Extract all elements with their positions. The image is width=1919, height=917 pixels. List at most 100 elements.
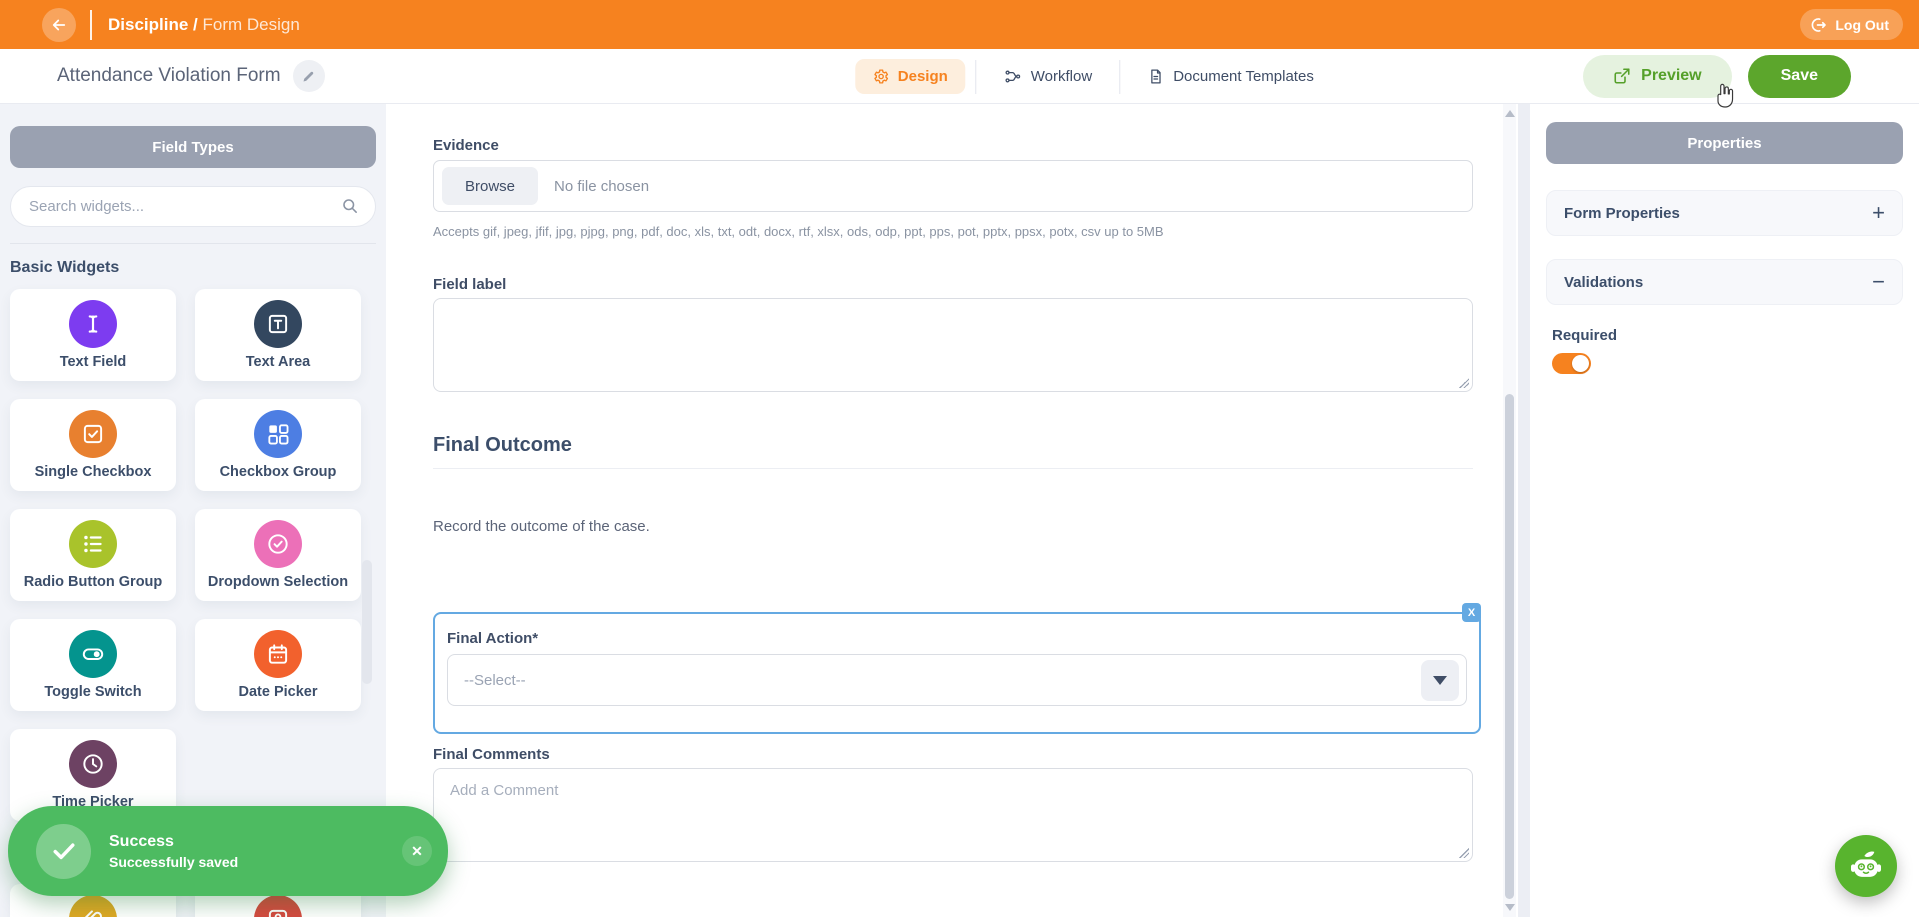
edit-form-name-button[interactable] — [292, 60, 325, 92]
select-dropdown-button[interactable] — [1421, 660, 1459, 701]
field-label-textarea[interactable] — [433, 298, 1473, 392]
widget-card-text-field[interactable]: Text Field — [10, 289, 176, 381]
close-icon: X — [1467, 606, 1476, 619]
remove-widget-button[interactable]: X — [1462, 603, 1481, 622]
toast-title: Success — [109, 832, 174, 850]
basic-widgets-heading: Basic Widgets — [10, 259, 120, 276]
properties-header: Properties — [1546, 122, 1903, 164]
scroll-down-arrow[interactable] — [1505, 904, 1515, 911]
document-icon — [1147, 68, 1164, 85]
logout-button[interactable]: Log Out — [1800, 9, 1903, 40]
tab-design-label: Design — [897, 68, 948, 85]
breadcrumb: Discipline / Form Design — [108, 15, 300, 35]
widget-card-date-picker[interactable]: Date Picker — [195, 619, 361, 711]
canvas-scrollbar[interactable] — [1503, 104, 1516, 917]
designer-tabs: Design Workflow Document Templates — [854, 49, 1331, 104]
back-button[interactable] — [42, 7, 76, 42]
external-link-icon — [1613, 67, 1631, 85]
evidence-file-input[interactable]: Browse No file chosen — [433, 160, 1473, 212]
single-checkbox-icon — [69, 410, 117, 458]
person-scan-icon — [254, 895, 302, 917]
radio-group-icon — [69, 520, 117, 568]
field-types-sidebar: Field Types Basic Widgets Text Field Tex… — [0, 104, 386, 917]
tab-divider — [974, 59, 976, 94]
check-icon — [50, 837, 78, 865]
tab-workflow-label: Workflow — [1030, 68, 1093, 85]
form-properties-label: Form Properties — [1564, 204, 1680, 222]
required-label: Required — [1552, 327, 1618, 344]
save-button[interactable]: Save — [1747, 54, 1851, 98]
final-action-label: Final Action* — [447, 630, 539, 647]
form-toolbar: Attendance Violation Form Design Workflo… — [0, 49, 1919, 104]
toast-texts: Success Successfully saved — [109, 833, 238, 870]
toast-message: Successfully saved — [109, 853, 239, 870]
widget-card-radio-button-group[interactable]: Radio Button Group — [10, 509, 176, 601]
tab-divider — [1119, 59, 1121, 94]
tab-document-templates[interactable]: Document Templates — [1130, 59, 1331, 94]
file-chosen-status: No file chosen — [554, 177, 650, 195]
time-icon — [69, 740, 117, 788]
widget-search — [10, 186, 376, 227]
breadcrumb-page: Form Design — [202, 14, 300, 34]
plus-icon[interactable]: + — [1872, 202, 1885, 224]
final-comments-placeholder: Add a Comment — [450, 782, 559, 799]
toggle-knob — [1572, 355, 1589, 372]
form-designer-page: Discipline / Form Design Log Out Attenda… — [0, 0, 1919, 917]
pencil-icon — [301, 69, 316, 84]
validations-label: Validations — [1564, 273, 1644, 291]
tab-workflow[interactable]: Workflow — [986, 59, 1109, 94]
field-label-label: Field label — [433, 276, 507, 293]
browse-button[interactable]: Browse — [442, 167, 539, 205]
final-comments-textarea[interactable]: Add a Comment — [433, 768, 1473, 862]
text-area-icon — [254, 300, 302, 348]
gear-icon — [872, 68, 889, 85]
sidebar-divider — [10, 243, 376, 244]
properties-panel: Properties Form Properties + Validations… — [1530, 104, 1919, 917]
success-toast: Success Successfully saved ✕ — [8, 806, 448, 896]
widget-card-toggle-switch[interactable]: Toggle Switch — [10, 619, 176, 711]
selected-widget-final-action[interactable]: X Final Action* --Select-- — [433, 603, 1481, 734]
robot-icon — [1846, 846, 1886, 886]
sidebar-scrollbar-thumb[interactable] — [362, 560, 372, 684]
final-action-placeholder: --Select-- — [464, 671, 526, 689]
search-icon[interactable] — [340, 196, 360, 216]
minus-icon[interactable]: − — [1872, 271, 1885, 293]
widget-card-checkbox-group[interactable]: Checkbox Group — [195, 399, 361, 491]
save-label: Save — [1780, 67, 1818, 84]
logout-label: Log Out — [1835, 16, 1889, 33]
tab-design[interactable]: Design — [854, 59, 965, 94]
workflow-icon — [1003, 68, 1022, 85]
chatbot-button[interactable] — [1835, 835, 1897, 897]
checkbox-group-icon — [254, 410, 302, 458]
validations-accordion[interactable]: Validations − — [1546, 259, 1903, 305]
dropdown-icon — [254, 520, 302, 568]
widget-card-text-area[interactable]: Text Area — [195, 289, 361, 381]
widget-card-single-checkbox[interactable]: Single Checkbox — [10, 399, 176, 491]
basic-widgets-grid: Text Field Text Area Single Checkbox Che… — [10, 289, 386, 821]
back-arrow-icon — [50, 16, 68, 34]
logout-icon — [1810, 16, 1828, 34]
evidence-help-text: Accepts gif, jpeg, jfif, jpg, pjpg, png,… — [433, 224, 1164, 239]
paperclip-icon — [69, 895, 117, 917]
form-properties-accordion[interactable]: Form Properties + — [1546, 190, 1903, 236]
widget-card-dropdown-selection[interactable]: Dropdown Selection — [195, 509, 361, 601]
evidence-field-label: Evidence — [433, 137, 499, 154]
toast-close-button[interactable]: ✕ — [402, 836, 432, 866]
preview-button[interactable]: Preview — [1583, 54, 1732, 98]
search-widgets-input[interactable] — [10, 186, 376, 227]
final-comments-label: Final Comments — [433, 746, 550, 763]
final-action-select[interactable]: --Select-- — [447, 654, 1467, 706]
chevron-down-icon — [1433, 676, 1447, 685]
toast-check-circle — [36, 823, 91, 879]
final-outcome-heading: Final Outcome — [433, 434, 572, 456]
form-title: Attendance Violation Form — [57, 65, 281, 86]
header-divider — [90, 9, 92, 40]
section-divider — [433, 468, 1473, 469]
breadcrumb-module: Discipline / — [108, 14, 198, 34]
text-field-icon — [69, 300, 117, 348]
final-outcome-description: Record the outcome of the case. — [433, 518, 650, 535]
toolbar-actions: Preview Save — [1583, 54, 1851, 98]
required-toggle[interactable] — [1552, 353, 1591, 374]
scroll-up-arrow[interactable] — [1505, 110, 1515, 117]
canvas-scrollbar-thumb[interactable] — [1505, 394, 1514, 899]
